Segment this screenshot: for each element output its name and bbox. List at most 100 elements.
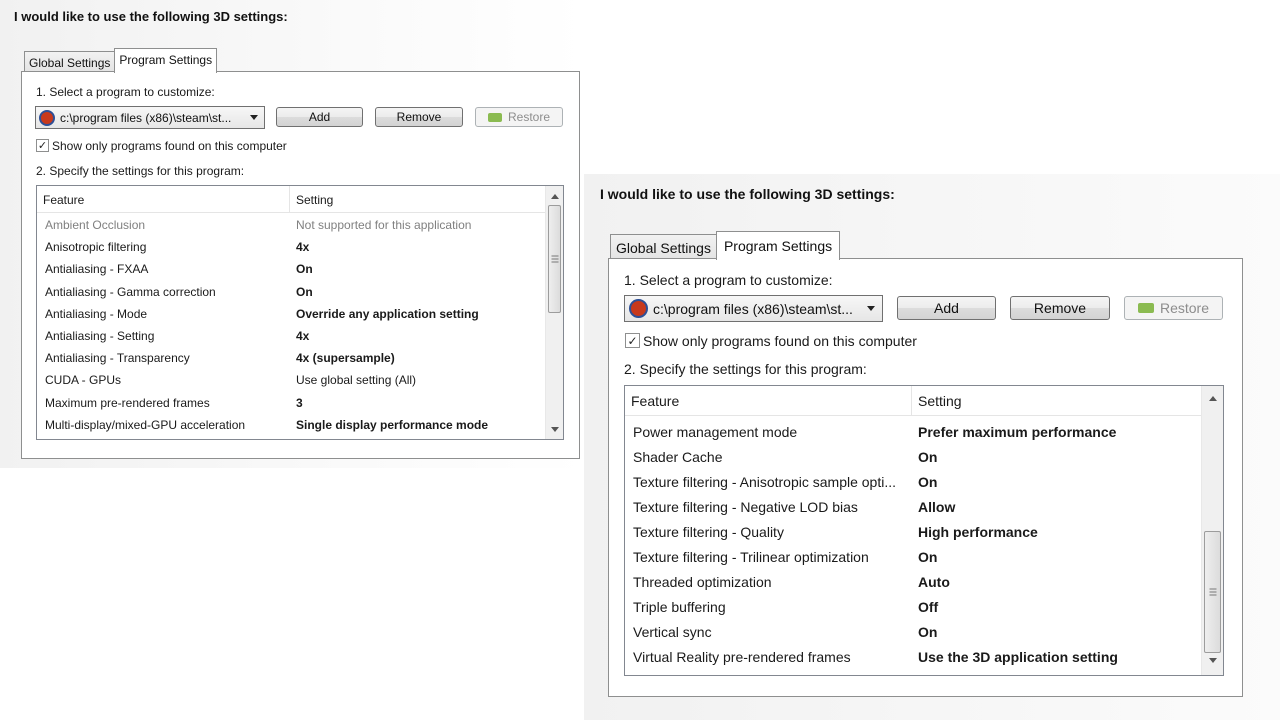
vertical-scrollbar[interactable] <box>545 186 563 439</box>
tab-program-settings[interactable]: Program Settings <box>715 231 841 260</box>
table-row[interactable]: Shader Cache On <box>625 444 1201 469</box>
tab-global-settings[interactable]: Global Settings <box>24 51 116 73</box>
table-row[interactable]: Power management mode Prefer maximum perf… <box>625 419 1201 444</box>
scroll-up-arrow-icon[interactable] <box>550 194 559 199</box>
show-only-programs-checkbox[interactable]: ✓ <box>625 333 640 348</box>
feature-cell: Multi-display/mixed-GPU acceleration <box>45 417 246 432</box>
table-row[interactable]: Multi-display/mixed-GPU acceleration Sing… <box>37 414 545 436</box>
setting-cell[interactable]: Allow <box>912 499 1201 515</box>
table-row[interactable]: Antialiasing - Transparency 4x (supersamp… <box>37 347 545 369</box>
grip-icon <box>551 255 558 263</box>
select-program-label: 1. Select a program to customize: <box>624 272 833 288</box>
setting-cell[interactable]: Override any application setting <box>290 307 545 321</box>
specify-settings-label: 2. Specify the settings for this program… <box>36 164 245 178</box>
tab-program-settings[interactable]: Program Settings <box>114 48 218 73</box>
app-icon <box>39 109 55 126</box>
setting-cell[interactable]: On <box>912 549 1201 565</box>
settings-panel-2: I would like to use the following 3D set… <box>584 174 1280 720</box>
chevron-down-icon <box>250 115 258 120</box>
setting-cell[interactable]: On <box>290 285 545 299</box>
vertical-scrollbar[interactable] <box>1201 386 1223 675</box>
setting-cell[interactable]: On <box>290 262 545 276</box>
restore-button-label: Restore <box>1159 300 1210 316</box>
table-row[interactable]: Threaded optimization Auto <box>625 570 1201 595</box>
tab-strip: Global Settings Program Settings <box>610 231 841 260</box>
setting-cell[interactable]: 3 <box>290 396 545 410</box>
scroll-up-arrow-icon[interactable] <box>1208 396 1217 401</box>
program-select-value: c:\program files (x86)\steam\st... <box>60 110 232 125</box>
setting-cell[interactable]: High performance <box>912 524 1201 540</box>
scrollbar-thumb[interactable] <box>548 205 561 313</box>
scrollbar-thumb[interactable] <box>1204 531 1221 653</box>
feature-cell: Anisotropic filtering <box>45 240 147 255</box>
setting-cell[interactable]: Off <box>912 599 1201 615</box>
show-only-programs-label: Show only programs found on this compute… <box>643 333 917 349</box>
setting-cell[interactable]: Use the 3D application setting <box>912 649 1201 665</box>
table-row[interactable]: Ambient Occlusion Not supported for this … <box>37 214 545 236</box>
column-header-setting[interactable]: Setting <box>912 386 1201 416</box>
grid-header: Feature Setting <box>625 386 1201 416</box>
tab-global-settings[interactable]: Global Settings <box>610 234 717 260</box>
table-row[interactable]: Antialiasing - Setting 4x <box>37 325 545 347</box>
settings-grid: Feature Setting Power management mode Pre… <box>624 385 1224 676</box>
setting-cell[interactable]: Auto <box>912 574 1201 590</box>
table-row[interactable]: Texture filtering - Anisotropic sample o… <box>625 469 1201 494</box>
table-row[interactable]: Texture filtering - Negative LOD bias All… <box>625 494 1201 519</box>
remove-button-label: Remove <box>1033 300 1087 316</box>
column-header-setting[interactable]: Setting <box>290 186 545 213</box>
grid-rows: Ambient Occlusion Not supported for this … <box>37 214 545 436</box>
column-header-feature[interactable]: Feature <box>625 386 912 416</box>
scroll-down-arrow-icon[interactable] <box>550 427 559 432</box>
program-select[interactable]: c:\program files (x86)\steam\st... <box>624 295 883 322</box>
table-row[interactable]: Texture filtering - Trilinear optimizati… <box>625 544 1201 569</box>
settings-panel-1: I would like to use the following 3D set… <box>0 0 586 468</box>
grip-icon <box>1209 588 1216 596</box>
feature-cell: Texture filtering - Trilinear optimizati… <box>633 549 869 566</box>
table-row[interactable]: Antialiasing - Gamma correction On <box>37 281 545 303</box>
table-row[interactable]: Antialiasing - Mode Override any applicat… <box>37 303 545 325</box>
setting-cell[interactable]: 4x <box>290 329 545 343</box>
table-row[interactable]: Maximum pre-rendered frames 3 <box>37 392 545 414</box>
feature-cell: Antialiasing - Setting <box>45 329 155 344</box>
setting-cell[interactable]: 4x (supersample) <box>290 351 545 365</box>
remove-button-label: Remove <box>396 110 442 124</box>
table-row[interactable]: Vertical sync On <box>625 620 1201 645</box>
setting-cell[interactable]: On <box>912 449 1201 465</box>
table-row[interactable]: CUDA - GPUs Use global setting (All) <box>37 369 545 391</box>
add-button-label: Add <box>308 110 331 124</box>
table-row[interactable]: Triple buffering Off <box>625 595 1201 620</box>
program-select[interactable]: c:\program files (x86)\steam\st... <box>35 106 265 129</box>
table-row[interactable]: Virtual Reality pre-rendered frames Use t… <box>625 645 1201 670</box>
feature-cell: Vertical sync <box>633 624 712 641</box>
remove-button[interactable]: Remove <box>1010 296 1110 320</box>
tab-strip: Global Settings Program Settings <box>24 48 218 73</box>
feature-cell: Shader Cache <box>633 448 723 465</box>
app-icon <box>629 299 648 318</box>
column-header-feature[interactable]: Feature <box>37 186 290 213</box>
feature-cell: Power management mode <box>633 423 798 440</box>
remove-button[interactable]: Remove <box>375 107 463 127</box>
chevron-down-icon <box>867 306 875 311</box>
page-heading: I would like to use the following 3D set… <box>14 9 288 24</box>
table-row[interactable]: Texture filtering - Quality High performa… <box>625 519 1201 544</box>
setting-cell[interactable]: On <box>912 624 1201 640</box>
setting-cell[interactable]: 4x <box>290 240 545 254</box>
restore-button[interactable]: Restore <box>1124 296 1223 320</box>
setting-cell[interactable]: Single display performance mode <box>290 418 545 432</box>
add-button[interactable]: Add <box>276 107 363 127</box>
setting-cell[interactable]: Prefer maximum performance <box>912 424 1201 440</box>
restore-button[interactable]: Restore <box>475 107 563 127</box>
table-row[interactable]: Antialiasing - FXAA On <box>37 258 545 280</box>
setting-cell[interactable]: Not supported for this application <box>290 218 545 232</box>
feature-cell: Texture filtering - Negative LOD bias <box>633 498 858 515</box>
table-row[interactable]: Anisotropic filtering 4x <box>37 236 545 258</box>
show-only-programs-checkbox[interactable]: ✓ <box>36 139 49 152</box>
select-program-label: 1. Select a program to customize: <box>36 85 215 99</box>
setting-cell[interactable]: On <box>912 474 1201 490</box>
add-button[interactable]: Add <box>897 296 996 320</box>
feature-cell: Ambient Occlusion <box>45 218 146 233</box>
scroll-down-arrow-icon[interactable] <box>1208 658 1217 663</box>
feature-cell: Threaded optimization <box>633 574 772 591</box>
setting-cell[interactable]: Use global setting (All) <box>290 373 545 387</box>
feature-cell: Antialiasing - Mode <box>45 306 148 321</box>
